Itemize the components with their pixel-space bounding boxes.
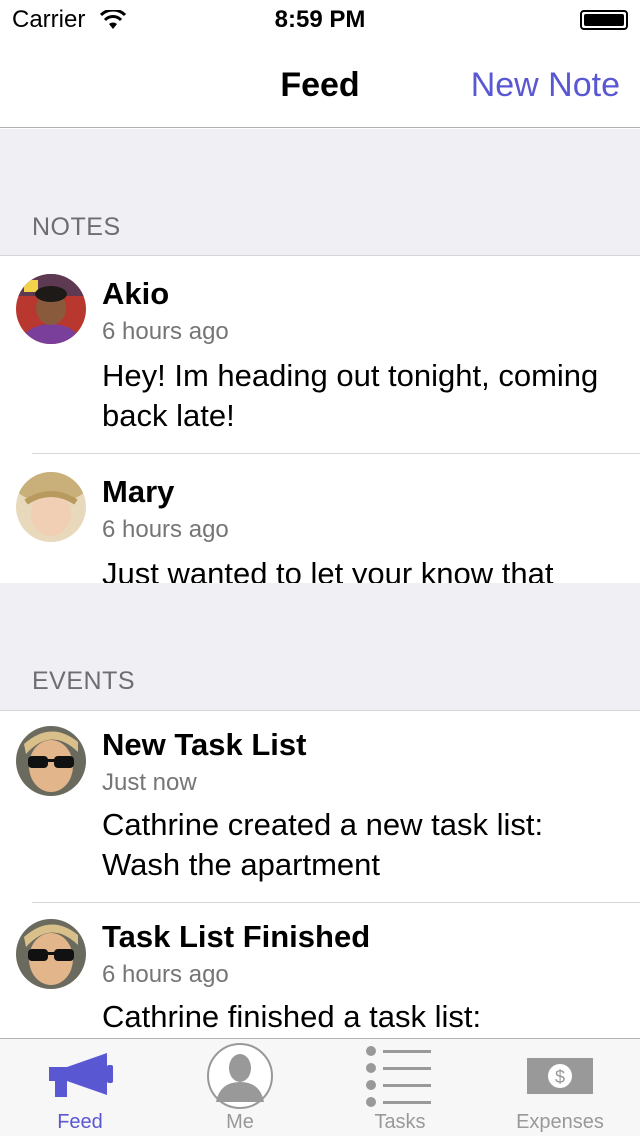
list-item[interactable]: New Task List Just now Cathrine created … [0,711,640,902]
navigation-bar: Feed New Note [0,40,640,128]
avatar [16,919,86,989]
section-header-label: EVENTS [32,667,136,695]
avatar [16,472,86,542]
new-note-button[interactable]: New Note [471,66,620,105]
event-timestamp: Just now [102,769,197,796]
events-section-header: EVENTS [0,583,640,710]
note-timestamp: 6 hours ago [102,318,229,345]
notes-list[interactable]: Akio 6 hours ago Hey! Im heading out ton… [0,256,640,583]
tab-label: Tasks [374,1111,426,1133]
avatar [16,274,86,344]
tab-bar: Feed Me Tasks $ Expenses [0,1038,640,1136]
clock: 8:59 PM [274,6,366,33]
notes-section-header: NOTES [0,129,640,255]
list-item[interactable]: Akio 6 hours ago Hey! Im heading out ton… [0,256,640,454]
tab-label: Expenses [516,1111,604,1133]
event-body: Cathrine created a new task list: Wash t… [102,807,544,882]
person-icon [207,1043,273,1109]
tab-tasks[interactable]: Tasks [320,1039,480,1136]
tab-me[interactable]: Me [160,1039,320,1136]
section-header-label: NOTES [32,213,121,241]
events-list[interactable]: New Task List Just now Cathrine created … [0,711,640,1038]
status-bar: Carrier 8:59 PM [0,0,640,40]
tab-feed[interactable]: Feed [0,1039,160,1136]
dollar-bill-icon: $ [527,1058,593,1094]
event-timestamp: 6 hours ago [102,961,229,988]
list-icon [366,1046,431,1107]
tab-label: Me [226,1111,254,1133]
list-item[interactable]: Task List Finished 6 hours ago Cathrine … [0,903,640,1038]
list-item[interactable]: Mary 6 hours ago Just wanted to let your… [0,454,640,583]
note-author: Mary [102,474,175,509]
event-title: New Task List [102,727,307,762]
svg-text:$: $ [555,1067,565,1087]
event-body: Cathrine finished a task list: [102,999,482,1034]
megaphone-icon [49,1053,113,1097]
note-timestamp: 6 hours ago [102,516,229,543]
battery-icon [580,10,628,30]
note-author: Akio [102,276,170,311]
avatar [16,726,86,796]
note-body: Hey! Im heading out tonight, coming back… [102,358,599,433]
tab-label: Feed [57,1111,103,1133]
tab-expenses[interactable]: $ Expenses [480,1039,640,1136]
note-body: Just wanted to let your know that [102,556,554,583]
event-title: Task List Finished [102,919,371,954]
